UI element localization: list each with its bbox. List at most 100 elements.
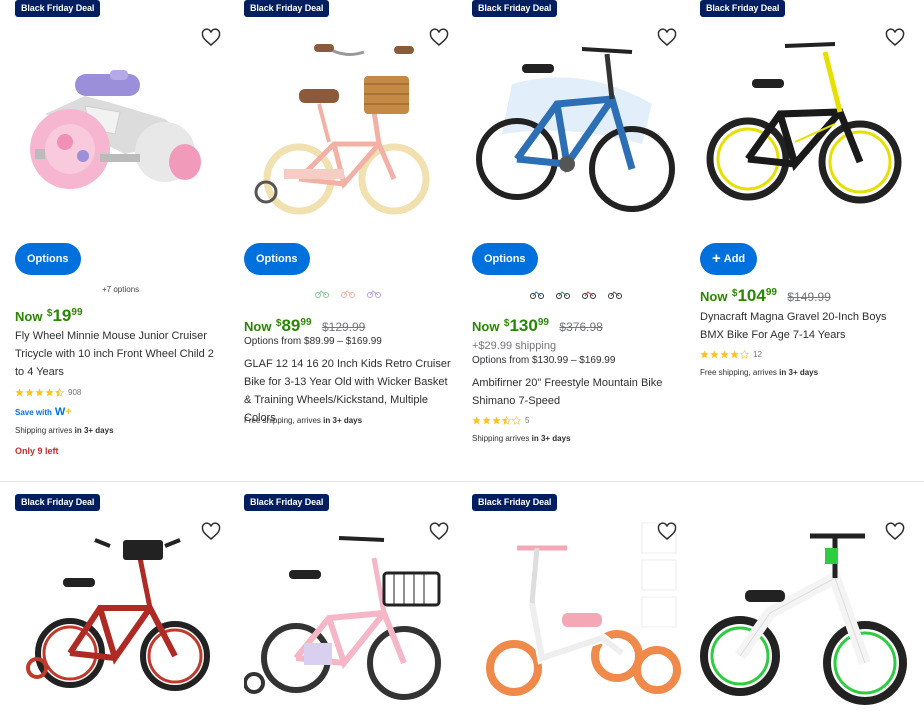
heart-icon[interactable]	[429, 522, 449, 542]
price-cents: 99	[765, 287, 777, 298]
review-count: 908	[68, 388, 82, 397]
color-swatches	[529, 286, 623, 302]
star-icon	[710, 350, 719, 359]
price-cents: 99	[71, 307, 83, 318]
bike-swatch-icon[interactable]	[607, 286, 623, 302]
heart-icon[interactable]	[885, 28, 905, 48]
product-title[interactable]: Dynacraft Magna Gravel 20-Inch Boys BMX …	[700, 308, 910, 344]
product-title[interactable]: Ambifirner 20" Freestyle Mountain Bike S…	[472, 374, 682, 410]
star-empty-icon	[512, 416, 521, 425]
shipping-text: Free shipping, arrives	[244, 416, 321, 425]
deal-badge: Black Friday Deal	[472, 494, 558, 511]
product-image[interactable]	[700, 518, 916, 720]
product-image[interactable]	[15, 24, 231, 224]
star-icon	[482, 416, 491, 425]
price-now-label: Now	[15, 309, 43, 324]
shipping-text: Shipping arrives	[15, 426, 73, 435]
price-dollars: 130	[509, 316, 538, 335]
deal-badge: Black Friday Deal	[244, 494, 330, 511]
star-icon	[15, 388, 24, 397]
heart-icon[interactable]	[429, 28, 449, 48]
bike-swatch-icon[interactable]	[314, 285, 330, 301]
heart-icon[interactable]	[201, 522, 221, 542]
color-swatches	[314, 285, 382, 301]
star-rating	[700, 350, 749, 359]
shipping-info: Shipping arrives in 3+ days	[15, 426, 114, 435]
price-cents: 99	[537, 317, 549, 328]
deal-badge: Black Friday Deal	[15, 0, 101, 17]
rating: 12	[700, 350, 762, 359]
options-button[interactable]: Options	[244, 243, 310, 275]
deal-badge: Black Friday Deal	[472, 0, 558, 17]
product-card[interactable]: Black Friday Deal + Add Now $10499 $149.9…	[700, 0, 916, 480]
rating: 5	[472, 416, 529, 425]
shipping-time: in 3+ days	[531, 434, 571, 443]
add-to-cart-button[interactable]: + Add	[700, 243, 758, 275]
product-title[interactable]: Fly Wheel Minnie Mouse Junior Cruiser Tr…	[15, 327, 225, 381]
heart-icon[interactable]	[657, 28, 677, 48]
save-with-walmart-plus[interactable]: Save with W+	[15, 406, 72, 418]
more-options-link[interactable]: +7 options	[102, 285, 139, 294]
product-card[interactable]: Black Friday Deal Options +7 options Now…	[15, 0, 231, 480]
heart-icon[interactable]	[657, 522, 677, 542]
product-card[interactable]: Black Friday Deal Options Now $13099 $37…	[472, 0, 688, 480]
product-card[interactable]: Black Friday Deal	[15, 494, 231, 720]
price-dollars: 19	[52, 306, 72, 325]
heart-icon[interactable]	[201, 28, 221, 48]
price-now-label: Now	[472, 319, 500, 334]
plus-icon: +	[712, 250, 721, 267]
walmart-plus-icon: W+	[54, 406, 72, 418]
star-half-icon	[55, 388, 64, 397]
product-image[interactable]	[244, 518, 460, 720]
price-cents: 99	[300, 317, 312, 328]
price: Now $13099 $376.98	[472, 316, 603, 336]
options-button[interactable]: Options	[15, 243, 81, 275]
heart-icon[interactable]	[885, 522, 905, 542]
price: Now $8999 $129.99	[244, 316, 365, 336]
row-divider	[0, 481, 924, 482]
star-icon	[45, 388, 54, 397]
bike-swatch-icon[interactable]	[340, 285, 356, 301]
shipping-cost: +$29.99 shipping	[472, 340, 557, 352]
price: Now $10499 $149.99	[700, 286, 831, 306]
star-icon	[472, 416, 481, 425]
bike-swatch-icon[interactable]	[555, 286, 571, 302]
review-count: 5	[525, 416, 530, 425]
price-dollars: 89	[281, 316, 301, 335]
product-card[interactable]: Black Friday Deal Options Now $8999 $129…	[244, 0, 460, 480]
product-image[interactable]	[472, 24, 688, 224]
product-card[interactable]: Black Friday Deal	[244, 494, 460, 720]
review-count: 12	[753, 350, 762, 359]
shipping-info: Free shipping, arrives in 3+ days	[700, 368, 818, 377]
product-card[interactable]: Black Friday Deal	[472, 494, 688, 720]
shipping-time: in 3+ days	[779, 368, 819, 377]
shipping-text: Shipping arrives	[472, 434, 530, 443]
product-card[interactable]	[700, 494, 916, 720]
options-price-range: Options from $130.99 – $169.99	[472, 355, 616, 366]
star-icon	[720, 350, 729, 359]
star-icon	[492, 416, 501, 425]
star-icon	[25, 388, 34, 397]
product-image[interactable]	[15, 518, 231, 720]
shipping-info: Shipping arrives in 3+ days	[472, 434, 571, 443]
star-rating	[15, 388, 64, 397]
price-now-label: Now	[244, 319, 272, 334]
shipping-text: Free shipping, arrives	[700, 368, 777, 377]
was-price: $376.98	[559, 320, 603, 334]
rating: 908	[15, 388, 81, 397]
bike-swatch-icon[interactable]	[581, 286, 597, 302]
add-label: Add	[723, 253, 746, 265]
bike-swatch-icon[interactable]	[366, 285, 382, 301]
product-image[interactable]	[244, 24, 460, 224]
star-rating	[472, 416, 521, 425]
options-button[interactable]: Options	[472, 243, 538, 275]
star-icon	[700, 350, 709, 359]
shipping-info: Free shipping, arrives in 3+ days	[244, 416, 362, 425]
product-image[interactable]	[700, 24, 916, 224]
star-icon	[730, 350, 739, 359]
bike-swatch-icon[interactable]	[529, 286, 545, 302]
shipping-time: in 3+ days	[74, 426, 114, 435]
price: Now $1999	[15, 306, 83, 326]
star-icon	[35, 388, 44, 397]
product-image[interactable]	[472, 518, 688, 720]
